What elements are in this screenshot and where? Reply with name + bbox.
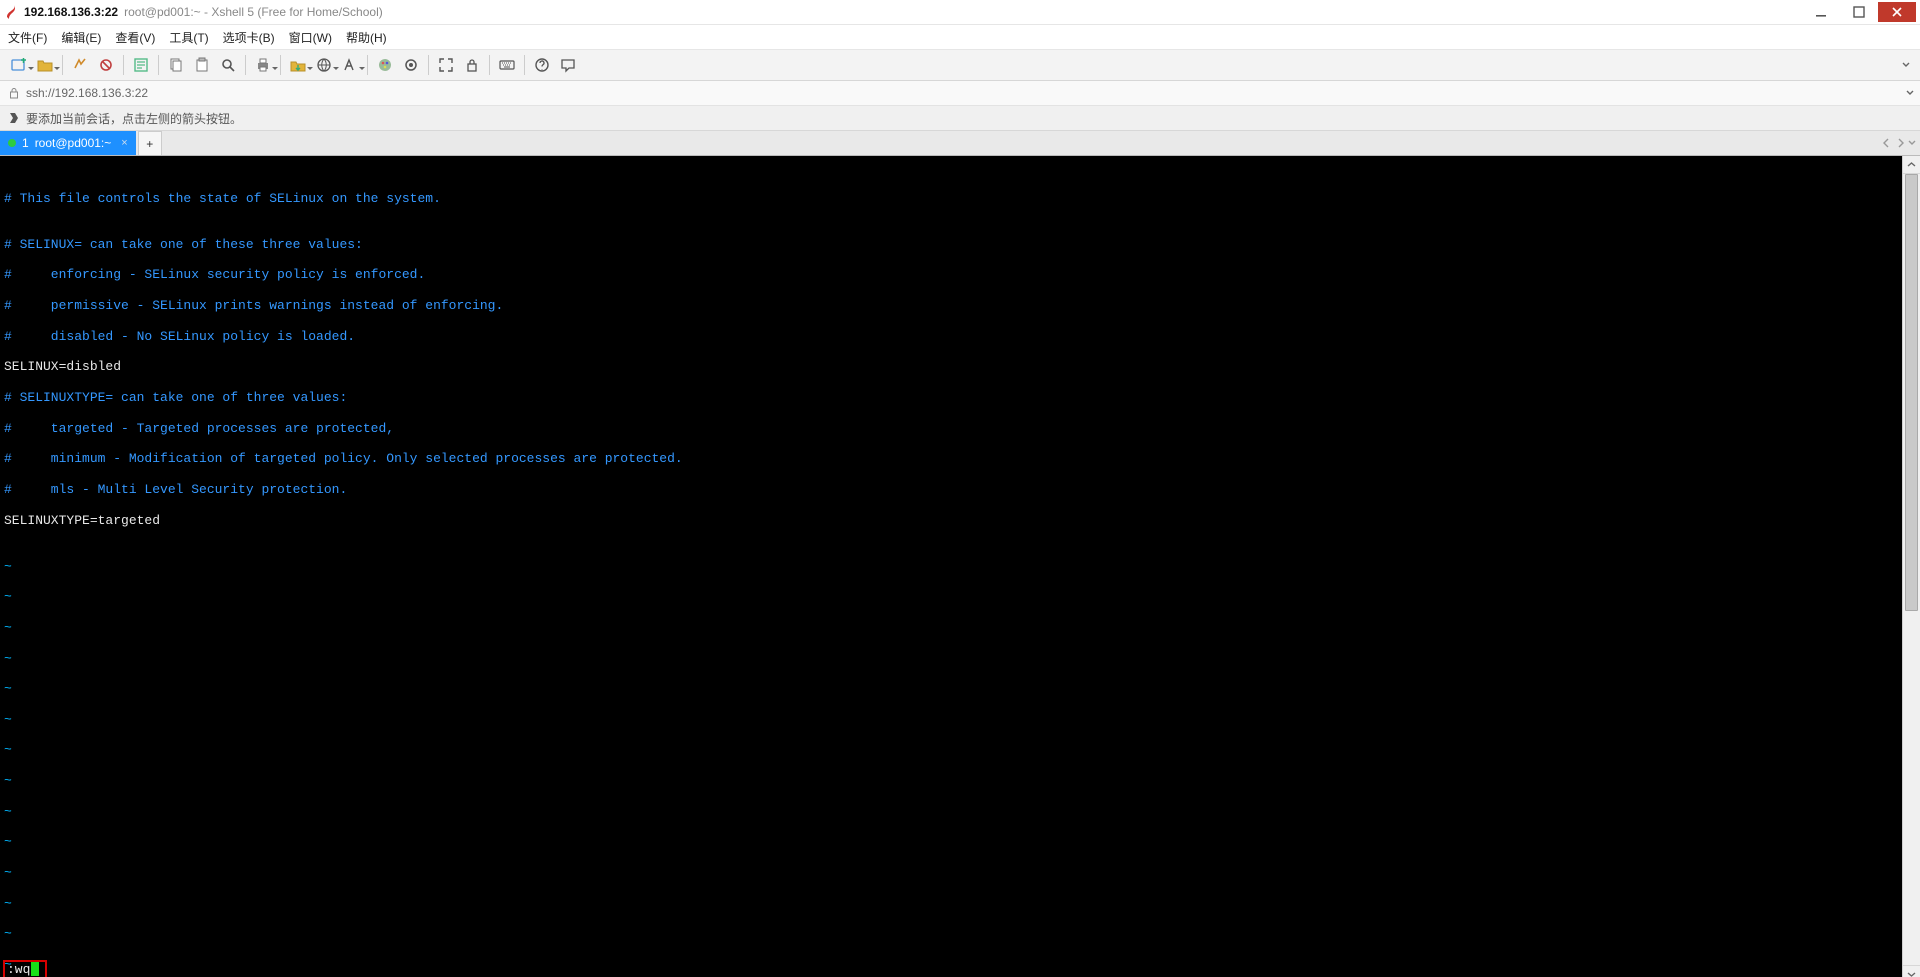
tab-index: 1 xyxy=(22,136,29,150)
toolbar-separator xyxy=(158,55,159,75)
tab-close-icon[interactable]: × xyxy=(121,137,127,149)
address-url[interactable]: ssh://192.168.136.3:22 xyxy=(26,86,148,100)
tab-strip: 1 root@pd001:~ × + xyxy=(0,131,1920,156)
toolbar-separator xyxy=(428,55,429,75)
term-line: # targeted - Targeted processes are prot… xyxy=(4,421,1898,436)
transfer-icon[interactable] xyxy=(287,54,309,76)
toolbar-separator xyxy=(245,55,246,75)
status-dot-icon xyxy=(8,139,16,147)
term-line: # SELINUX= can take one of these three v… xyxy=(4,237,1898,252)
term-line: # permissive - SELinux prints warnings i… xyxy=(4,298,1898,313)
toolbar xyxy=(0,50,1920,81)
term-line: SELINUX=disbled xyxy=(4,359,1898,374)
reconnect-icon[interactable] xyxy=(69,54,91,76)
feedback-icon[interactable] xyxy=(557,54,579,76)
find-icon[interactable] xyxy=(217,54,239,76)
address-bar: ssh://192.168.136.3:22 xyxy=(0,81,1920,106)
tab-next-icon[interactable] xyxy=(1895,138,1905,148)
toolbar-overflow-icon[interactable] xyxy=(1902,61,1914,69)
title-host: 192.168.136.3:22 xyxy=(24,0,118,24)
term-empty-line: ~ xyxy=(4,589,1898,604)
menu-tabs[interactable]: 选项卡(B) xyxy=(223,29,275,46)
fullscreen-icon[interactable] xyxy=(435,54,457,76)
properties-icon[interactable] xyxy=(130,54,152,76)
terminal[interactable]: # This file controls the state of SELinu… xyxy=(0,156,1902,977)
term-empty-line: ~ xyxy=(4,742,1898,757)
term-empty-line: ~ xyxy=(4,712,1898,727)
term-line: SELINUXTYPE=targeted xyxy=(4,513,1898,528)
toolbar-separator xyxy=(280,55,281,75)
vim-command-line[interactable]: :wq xyxy=(3,960,47,977)
term-empty-line: ~ xyxy=(4,865,1898,880)
vim-command-text: :wq xyxy=(7,962,30,977)
term-empty-line: ~ xyxy=(4,926,1898,941)
minimize-button[interactable] xyxy=(1802,2,1840,22)
close-button[interactable] xyxy=(1878,2,1916,22)
term-line: # SELINUXTYPE= can take one of three val… xyxy=(4,390,1898,405)
term-line: # This file controls the state of SELinu… xyxy=(4,191,1898,206)
term-line: # mls - Multi Level Security protection. xyxy=(4,482,1898,497)
menu-tools[interactable]: 工具(T) xyxy=(169,29,208,46)
help-icon[interactable] xyxy=(531,54,553,76)
term-empty-line: ~ xyxy=(4,804,1898,819)
new-session-icon[interactable] xyxy=(8,54,30,76)
pin-arrow-icon[interactable] xyxy=(6,111,22,125)
tab-prev-icon[interactable] xyxy=(1882,138,1892,148)
plus-icon: + xyxy=(146,137,153,151)
encoding-icon[interactable] xyxy=(313,54,335,76)
disconnect-icon[interactable] xyxy=(95,54,117,76)
open-icon[interactable] xyxy=(34,54,56,76)
menu-view[interactable]: 查看(V) xyxy=(115,29,155,46)
color-scheme-icon[interactable] xyxy=(374,54,396,76)
toolbar-separator xyxy=(123,55,124,75)
menu-window[interactable]: 窗口(W) xyxy=(289,29,332,46)
lock-small-icon xyxy=(6,87,22,99)
menu-bar: 文件(F) 编辑(E) 查看(V) 工具(T) 选项卡(B) 窗口(W) 帮助(… xyxy=(0,25,1920,50)
scroll-thumb[interactable] xyxy=(1905,174,1918,611)
term-empty-line: ~ xyxy=(4,651,1898,666)
toolbar-separator xyxy=(367,55,368,75)
title-subtitle: root@pd001:~ - Xshell 5 (Free for Home/S… xyxy=(124,0,383,24)
menu-help[interactable]: 帮助(H) xyxy=(346,29,387,46)
window-titlebar: 192.168.136.3:22 root@pd001:~ - Xshell 5… xyxy=(0,0,1920,25)
highlight-icon[interactable] xyxy=(400,54,422,76)
app-icon xyxy=(4,5,18,19)
toolbar-separator xyxy=(62,55,63,75)
lock-icon[interactable] xyxy=(461,54,483,76)
session-hint-bar: 要添加当前会话，点击左侧的箭头按钮。 xyxy=(0,106,1920,131)
term-empty-line: ~ xyxy=(4,957,1898,972)
menu-edit[interactable]: 编辑(E) xyxy=(61,29,101,46)
session-tab[interactable]: 1 root@pd001:~ × xyxy=(0,131,136,155)
vertical-scrollbar[interactable] xyxy=(1902,156,1920,977)
scroll-up-icon[interactable] xyxy=(1903,156,1920,174)
term-empty-line: ~ xyxy=(4,773,1898,788)
term-empty-line: ~ xyxy=(4,620,1898,635)
address-dropdown-icon[interactable] xyxy=(1906,89,1914,97)
term-empty-line: ~ xyxy=(4,559,1898,574)
term-empty-line: ~ xyxy=(4,681,1898,696)
keyboard-icon[interactable] xyxy=(496,54,518,76)
term-line: # enforcing - SELinux security policy is… xyxy=(4,267,1898,282)
toolbar-separator xyxy=(524,55,525,75)
toolbar-separator xyxy=(489,55,490,75)
term-empty-line: ~ xyxy=(4,834,1898,849)
new-tab-button[interactable]: + xyxy=(138,131,162,155)
copy-icon[interactable] xyxy=(165,54,187,76)
term-line: # minimum - Modification of targeted pol… xyxy=(4,451,1898,466)
paste-icon[interactable] xyxy=(191,54,213,76)
tab-list-icon[interactable] xyxy=(1908,139,1916,147)
tab-label: root@pd001:~ xyxy=(35,136,112,150)
term-line: # disabled - No SELinux policy is loaded… xyxy=(4,329,1898,344)
scroll-track[interactable] xyxy=(1903,174,1920,965)
cursor-icon xyxy=(31,962,39,976)
scroll-down-icon[interactable] xyxy=(1903,965,1920,977)
term-empty-line: ~ xyxy=(4,896,1898,911)
print-icon[interactable] xyxy=(252,54,274,76)
session-hint-text: 要添加当前会话，点击左侧的箭头按钮。 xyxy=(26,110,242,127)
font-icon[interactable] xyxy=(339,54,361,76)
menu-file[interactable]: 文件(F) xyxy=(8,29,47,46)
maximize-button[interactable] xyxy=(1840,2,1878,22)
